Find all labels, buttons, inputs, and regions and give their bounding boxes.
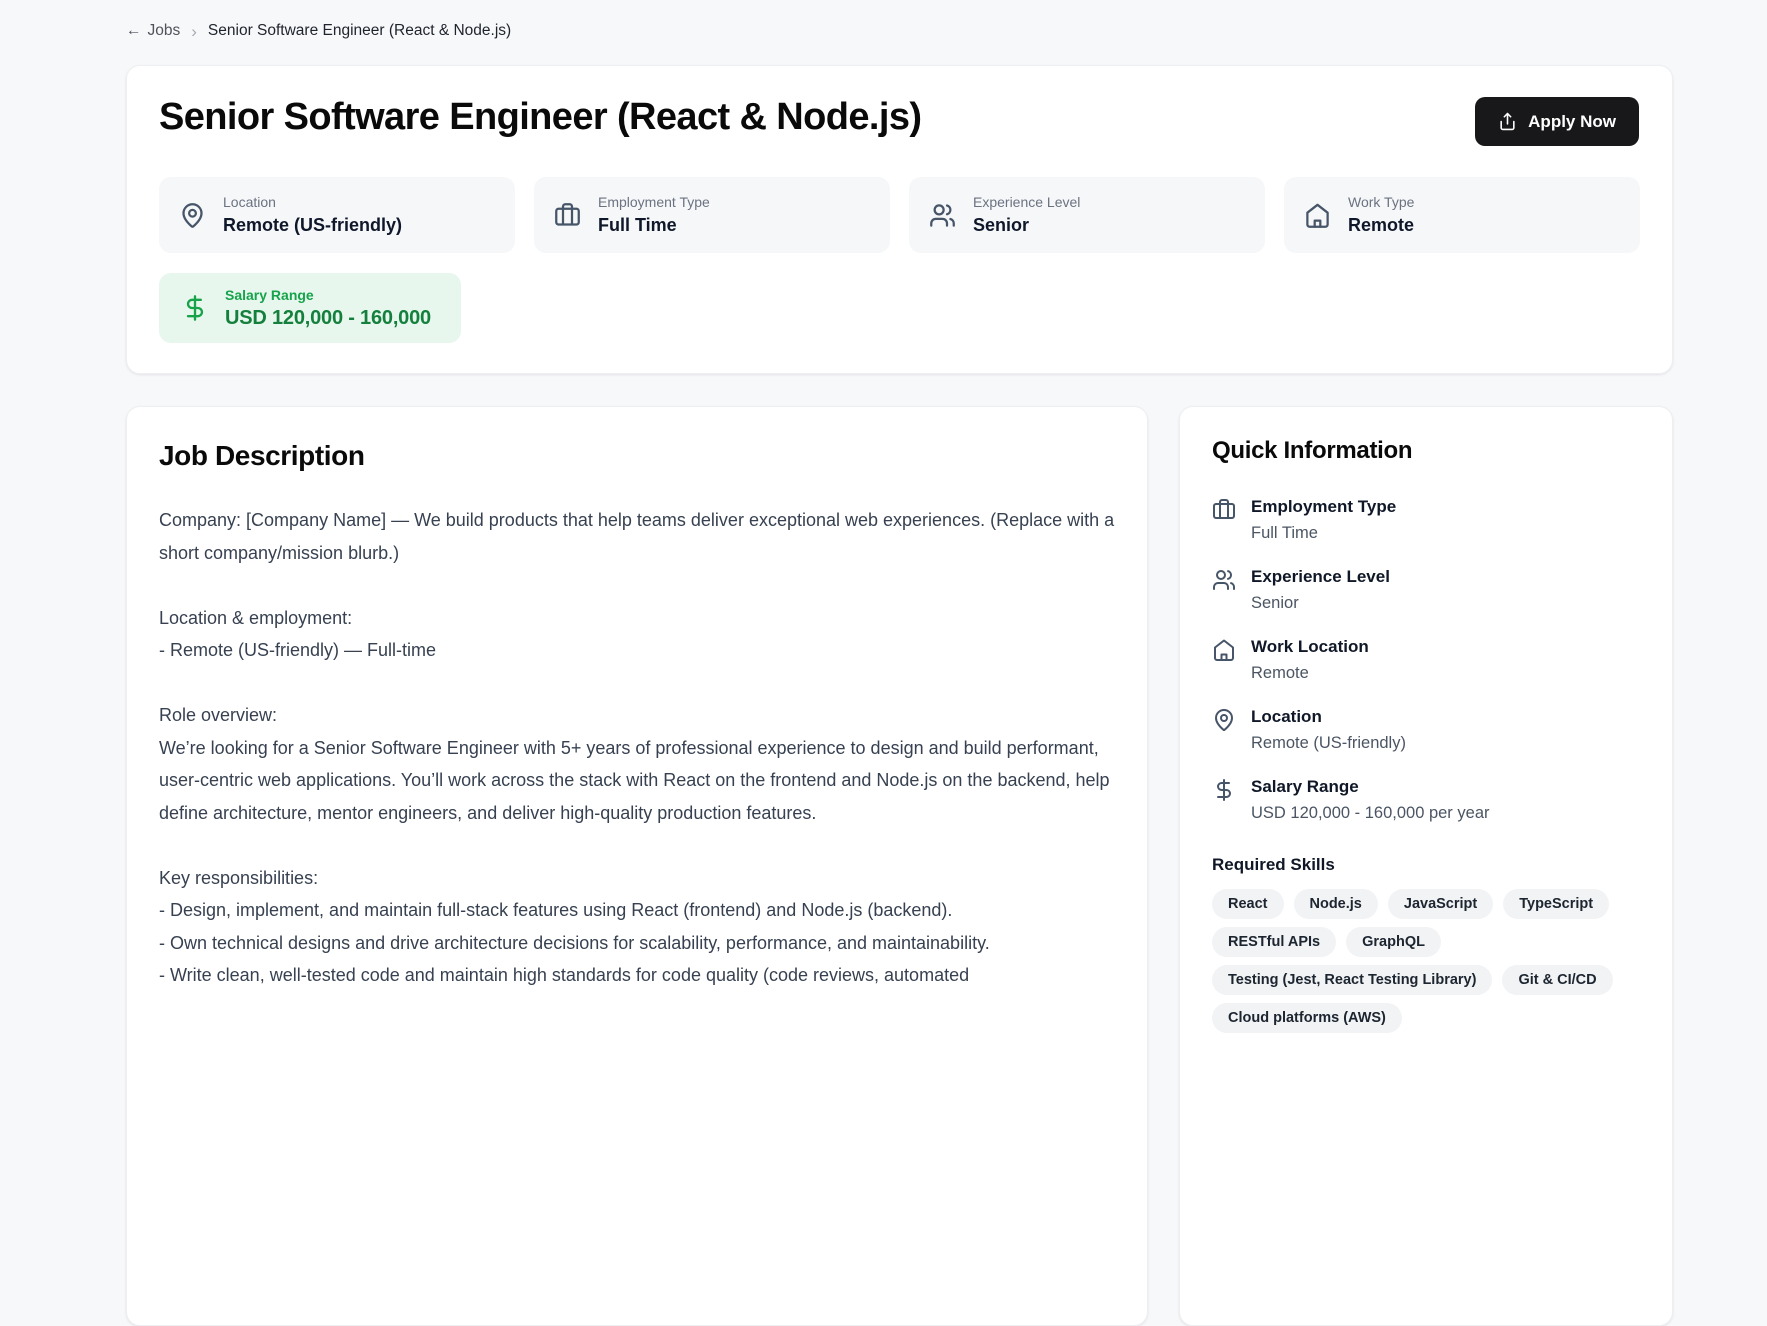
- skill-tag: Cloud platforms (AWS): [1212, 1003, 1402, 1033]
- skill-tag: Testing (Jest, React Testing Library): [1212, 965, 1492, 995]
- employment-type-label: Employment Type: [598, 194, 710, 210]
- work-type-tile: Work Type Remote: [1284, 177, 1640, 253]
- location-label: Location: [223, 194, 402, 210]
- home-icon: [1212, 638, 1236, 683]
- required-skills-title: Required Skills: [1212, 855, 1640, 875]
- location-value: Remote (US-friendly): [223, 215, 402, 236]
- share-upload-icon: [1498, 112, 1517, 131]
- qi-work-location: Work Location Remote: [1212, 637, 1640, 683]
- skill-tag: RESTful APIs: [1212, 927, 1336, 957]
- job-meta-row: Location Remote (US-friendly) Employment…: [159, 177, 1640, 253]
- job-description-title: Job Description: [159, 440, 1115, 472]
- main-content: Job Description Company: [Company Name] …: [126, 406, 1673, 1326]
- users-icon: [929, 202, 956, 229]
- qi-location-value: Remote (US-friendly): [1251, 734, 1406, 753]
- salary-range-value: USD 120,000 - 160,000: [225, 307, 431, 330]
- location-tile: Location Remote (US-friendly): [159, 177, 515, 253]
- qi-employment-type: Employment Type Full Time: [1212, 497, 1640, 543]
- apply-now-button[interactable]: Apply Now: [1475, 97, 1639, 146]
- qi-work-location-label: Work Location: [1251, 637, 1369, 657]
- skill-tag: GraphQL: [1346, 927, 1441, 957]
- qi-experience-level-value: Senior: [1251, 594, 1390, 613]
- quick-information-title: Quick Information: [1212, 437, 1640, 465]
- home-icon: [1304, 202, 1331, 229]
- job-description-card: Job Description Company: [Company Name] …: [126, 406, 1148, 1326]
- map-pin-icon: [179, 202, 206, 229]
- salary-range-tile: Salary Range USD 120,000 - 160,000: [159, 273, 461, 343]
- skill-tag: Node.js: [1294, 889, 1378, 919]
- qi-location-label: Location: [1251, 707, 1406, 727]
- breadcrumb-current: Senior Software Engineer (React & Node.j…: [208, 22, 511, 40]
- qi-experience-level-label: Experience Level: [1251, 567, 1390, 587]
- breadcrumb: ← Jobs › Senior Software Engineer (React…: [126, 22, 1673, 40]
- qi-employment-type-value: Full Time: [1251, 524, 1396, 543]
- back-arrow-icon: ←: [126, 22, 142, 40]
- map-pin-icon: [1212, 708, 1236, 753]
- qi-employment-type-label: Employment Type: [1251, 497, 1396, 517]
- work-type-label: Work Type: [1348, 194, 1414, 210]
- employment-type-tile: Employment Type Full Time: [534, 177, 890, 253]
- dollar-icon: [1212, 778, 1236, 823]
- dollar-icon: [181, 294, 209, 322]
- job-header-card: Senior Software Engineer (React & Node.j…: [126, 65, 1673, 374]
- qi-salary-range-label: Salary Range: [1251, 777, 1490, 797]
- briefcase-icon: [1212, 498, 1236, 543]
- job-description-body: Company: [Company Name] — We build produ…: [159, 504, 1115, 992]
- apply-now-label: Apply Now: [1528, 112, 1616, 132]
- breadcrumb-back-label: Jobs: [148, 22, 181, 40]
- skill-tag: Git & CI/CD: [1502, 965, 1612, 995]
- experience-level-label: Experience Level: [973, 194, 1080, 210]
- page-title: Senior Software Engineer (React & Node.j…: [159, 96, 1640, 139]
- page-container: ← Jobs › Senior Software Engineer (React…: [126, 0, 1673, 1326]
- work-type-value: Remote: [1348, 215, 1414, 236]
- qi-work-location-value: Remote: [1251, 664, 1369, 683]
- qi-salary-range-value: USD 120,000 - 160,000 per year: [1251, 804, 1490, 823]
- skill-tag: JavaScript: [1388, 889, 1493, 919]
- employment-type-value: Full Time: [598, 215, 710, 236]
- qi-experience-level: Experience Level Senior: [1212, 567, 1640, 613]
- users-icon: [1212, 568, 1236, 613]
- salary-range-label: Salary Range: [225, 287, 431, 303]
- breadcrumb-back-link[interactable]: ← Jobs: [126, 22, 180, 40]
- qi-location: Location Remote (US-friendly): [1212, 707, 1640, 753]
- qi-salary-range: Salary Range USD 120,000 - 160,000 per y…: [1212, 777, 1640, 823]
- skill-tag: TypeScript: [1503, 889, 1609, 919]
- experience-level-tile: Experience Level Senior: [909, 177, 1265, 253]
- required-skills-tags: React Node.js JavaScript TypeScript REST…: [1212, 889, 1632, 1033]
- quick-information-card: Quick Information Employment Type Full T…: [1179, 406, 1673, 1326]
- chevron-right-icon: ›: [191, 23, 197, 40]
- briefcase-icon: [554, 202, 581, 229]
- skill-tag: React: [1212, 889, 1284, 919]
- experience-level-value: Senior: [973, 215, 1080, 236]
